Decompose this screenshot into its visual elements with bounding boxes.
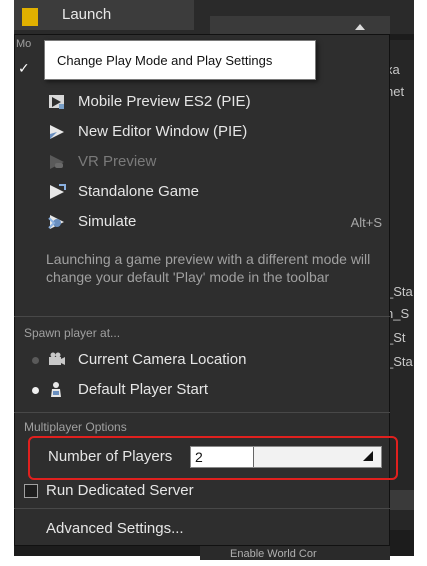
menu-header: Mo — [16, 38, 32, 50]
details-text: net — [390, 84, 405, 99]
vr-preview-icon — [50, 155, 64, 169]
run-dedicated-server-checkbox[interactable] — [24, 484, 38, 498]
details-text: xa — [390, 62, 400, 77]
menu-item-simulate[interactable]: Simulate Alt+S — [14, 208, 390, 236]
camera-icon — [49, 352, 65, 365]
menu-item-standalone-game[interactable]: Standalone Game — [14, 178, 390, 206]
play-mode-description: Launching a game preview with a differen… — [46, 251, 371, 285]
player-start-icon — [51, 382, 61, 397]
menu-item-label: Standalone Game — [78, 183, 199, 200]
menu-item-label: Mobile Preview ES2 (PIE) — [78, 93, 251, 110]
menu-item-current-camera-location[interactable]: Current Camera Location — [14, 346, 390, 374]
menu-separator — [14, 508, 390, 509]
section-heading-multiplayer: Multiplayer Options — [24, 420, 127, 434]
advanced-settings-item[interactable]: Advanced Settings... — [46, 520, 184, 537]
launch-icon — [22, 8, 38, 26]
details-text: _St — [390, 330, 406, 345]
details-field — [390, 490, 414, 510]
details-text: n_S — [390, 306, 410, 321]
details-text: Enable World Cor — [230, 548, 317, 560]
caret-up-icon — [355, 24, 365, 30]
run-dedicated-server-label[interactable]: Run Dedicated Server — [46, 482, 194, 499]
menu-item-default-player-start[interactable]: Default Player Start — [14, 376, 390, 404]
menu-item-label: New Editor Window (PIE) — [78, 123, 248, 140]
details-text: _Sta — [390, 354, 413, 369]
menu-item-label: VR Preview — [78, 153, 157, 170]
editor-window-icon — [50, 125, 64, 139]
radio-unselected-icon — [32, 357, 39, 364]
radio-selected-icon — [32, 387, 39, 394]
launch-label: Launch — [62, 6, 112, 23]
standalone-game-icon — [50, 184, 66, 199]
tooltip: Change Play Mode and Play Settings — [44, 40, 316, 80]
menu-item-new-editor-window[interactable]: New Editor Window (PIE) — [14, 118, 390, 146]
highlight-box — [28, 436, 398, 480]
shortcut-label: Alt+S — [350, 215, 382, 230]
menu-separator — [14, 412, 390, 413]
menu-item-vr-preview: VR Preview — [14, 148, 390, 176]
tooltip-text: Change Play Mode and Play Settings — [57, 53, 273, 68]
menu-item-label: Current Camera Location — [78, 351, 247, 368]
mobile-preview-icon — [49, 95, 64, 109]
simulate-icon — [48, 215, 64, 229]
details-text: _Sta — [390, 284, 413, 299]
menu-separator — [14, 316, 390, 317]
checkmark-icon: ✓ — [18, 60, 30, 76]
section-heading-spawn: Spawn player at... — [24, 326, 121, 340]
menu-item-mobile-preview[interactable]: Mobile Preview ES2 (PIE) — [14, 88, 390, 116]
details-bottom-row: Enable World Cor — [200, 546, 390, 560]
menu-item-label: Simulate — [78, 213, 137, 230]
menu-item-label: Default Player Start — [78, 381, 209, 398]
